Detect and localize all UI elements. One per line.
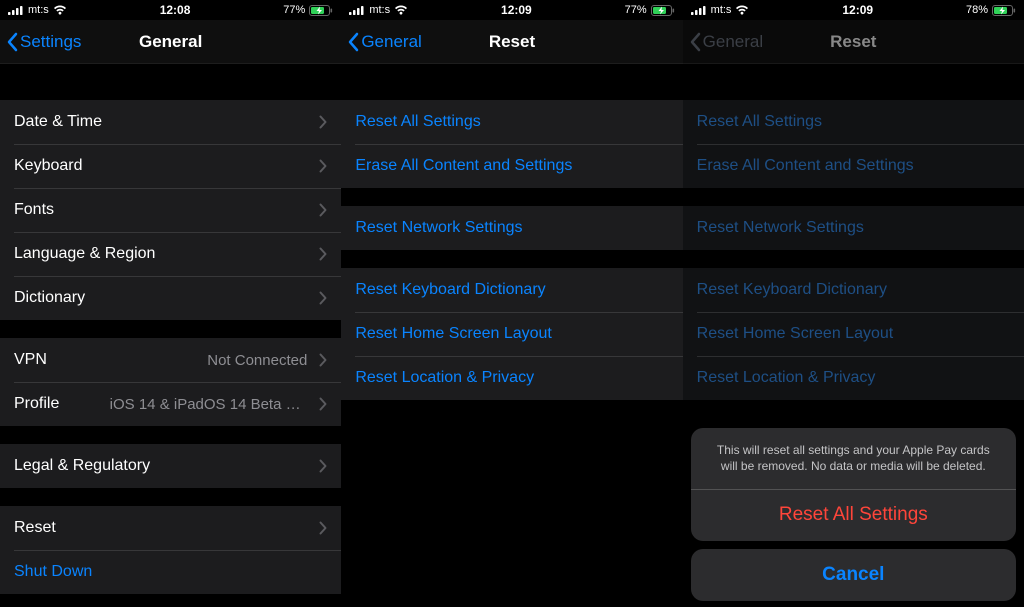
back-button[interactable]: Settings <box>0 32 81 52</box>
chevron-left-icon <box>6 32 18 52</box>
cell-label: Dictionary <box>14 289 85 307</box>
signal-icon <box>349 5 365 15</box>
reset-network-button: Reset Network Settings <box>683 206 1024 250</box>
wifi-icon <box>394 5 408 15</box>
cell-vpn[interactable]: VPN Not Connected <box>0 338 341 382</box>
battery-charging-icon <box>651 5 675 16</box>
chevron-right-icon <box>319 247 327 261</box>
cell-label: Reset Home Screen Layout <box>697 325 894 343</box>
cell-label: Reset All Settings <box>697 113 822 131</box>
sheet-message: This will reset all settings and your Ap… <box>691 428 1016 488</box>
battery-charging-icon <box>309 5 333 16</box>
cell-label: Reset Network Settings <box>355 219 522 237</box>
cell-fonts[interactable]: Fonts <box>0 188 341 232</box>
cell-label: Reset All Settings <box>355 113 480 131</box>
settings-list: Date & Time Keyboard Fonts Language & Re… <box>0 64 341 607</box>
erase-all-button[interactable]: Erase All Content and Settings <box>341 144 682 188</box>
cell-dictionary[interactable]: Dictionary <box>0 276 341 320</box>
cell-label: Shut Down <box>14 563 92 581</box>
cell-label: Profile <box>14 395 59 413</box>
cell-value: iOS 14 & iPadOS 14 Beta Softwar… <box>110 396 314 413</box>
cell-label: Reset Network Settings <box>697 219 864 237</box>
chevron-right-icon <box>319 459 327 473</box>
status-bar: mt:s 12:08 77% <box>0 0 341 20</box>
carrier-label: mt:s <box>28 4 49 16</box>
cell-legal-regulatory[interactable]: Legal & Regulatory <box>0 444 341 488</box>
reset-location-privacy-button: Reset Location & Privacy <box>683 356 1024 400</box>
cell-language-region[interactable]: Language & Region <box>0 232 341 276</box>
signal-icon <box>691 5 707 15</box>
cell-label: Date & Time <box>14 113 102 131</box>
cell-label: Reset Keyboard Dictionary <box>697 281 887 299</box>
battery-percent: 77% <box>283 4 305 16</box>
cell-profile[interactable]: Profile iOS 14 & iPadOS 14 Beta Softwar… <box>0 382 341 426</box>
battery-percent: 78% <box>966 4 988 16</box>
cell-label: Fonts <box>14 201 54 219</box>
screen-reset-confirm: mt:s 12:09 78% General Reset <box>683 0 1024 607</box>
chevron-right-icon <box>319 159 327 173</box>
wifi-icon <box>53 5 67 15</box>
cell-label: Reset <box>14 519 56 537</box>
cell-date-time[interactable]: Date & Time <box>0 100 341 144</box>
back-label: General <box>703 32 763 52</box>
clock: 12:08 <box>67 3 284 17</box>
reset-location-privacy-button[interactable]: Reset Location & Privacy <box>341 356 682 400</box>
chevron-right-icon <box>319 521 327 535</box>
reset-keyboard-button: Reset Keyboard Dictionary <box>683 268 1024 312</box>
carrier-label: mt:s <box>711 4 732 16</box>
clock: 12:09 <box>749 3 966 17</box>
cell-keyboard[interactable]: Keyboard <box>0 144 341 188</box>
cell-label: Legal & Regulatory <box>14 457 150 475</box>
cancel-button[interactable]: Cancel <box>691 549 1016 601</box>
cell-label: Keyboard <box>14 157 83 175</box>
erase-all-button: Erase All Content and Settings <box>683 144 1024 188</box>
status-bar: mt:s 12:09 78% <box>683 0 1024 20</box>
chevron-right-icon <box>319 353 327 367</box>
cell-shut-down[interactable]: Shut Down <box>0 550 341 594</box>
action-sheet: This will reset all settings and your Ap… <box>691 428 1016 601</box>
cell-label: Erase All Content and Settings <box>355 157 572 175</box>
back-button: General <box>683 32 763 52</box>
cell-label: VPN <box>14 351 47 369</box>
cell-reset[interactable]: Reset <box>0 506 341 550</box>
reset-network-button[interactable]: Reset Network Settings <box>341 206 682 250</box>
back-button[interactable]: General <box>341 32 421 52</box>
reset-home-layout-button[interactable]: Reset Home Screen Layout <box>341 312 682 356</box>
cell-label: Reset Location & Privacy <box>355 369 534 387</box>
battery-charging-icon <box>992 5 1016 16</box>
chevron-right-icon <box>319 397 327 411</box>
nav-bar: Settings General <box>0 20 341 64</box>
cell-label: Reset Keyboard Dictionary <box>355 281 545 299</box>
battery-percent: 77% <box>625 4 647 16</box>
signal-icon <box>8 5 24 15</box>
reset-all-settings-button[interactable]: Reset All Settings <box>341 100 682 144</box>
chevron-left-icon <box>347 32 359 52</box>
cell-label: Erase All Content and Settings <box>697 157 914 175</box>
back-label: General <box>361 32 421 52</box>
reset-keyboard-button[interactable]: Reset Keyboard Dictionary <box>341 268 682 312</box>
cell-value: Not Connected <box>207 352 313 369</box>
wifi-icon <box>735 5 749 15</box>
carrier-label: mt:s <box>369 4 390 16</box>
screen-reset: mt:s 12:09 77% General Reset <box>341 0 682 607</box>
nav-bar: General Reset <box>683 20 1024 64</box>
reset-home-layout-button: Reset Home Screen Layout <box>683 312 1024 356</box>
confirm-reset-button[interactable]: Reset All Settings <box>691 489 1016 541</box>
back-label: Settings <box>20 32 81 52</box>
reset-list: Reset All Settings Erase All Content and… <box>341 64 682 607</box>
chevron-right-icon <box>319 115 327 129</box>
nav-bar: General Reset <box>341 20 682 64</box>
chevron-right-icon <box>319 203 327 217</box>
cell-label: Reset Home Screen Layout <box>355 325 552 343</box>
chevron-right-icon <box>319 291 327 305</box>
screen-general: mt:s 12:08 77% Settings General <box>0 0 341 607</box>
cell-label: Language & Region <box>14 245 155 263</box>
clock: 12:09 <box>408 3 625 17</box>
reset-all-settings-button: Reset All Settings <box>683 100 1024 144</box>
status-bar: mt:s 12:09 77% <box>341 0 682 20</box>
chevron-left-icon <box>689 32 701 52</box>
cell-label: Reset Location & Privacy <box>697 369 876 387</box>
